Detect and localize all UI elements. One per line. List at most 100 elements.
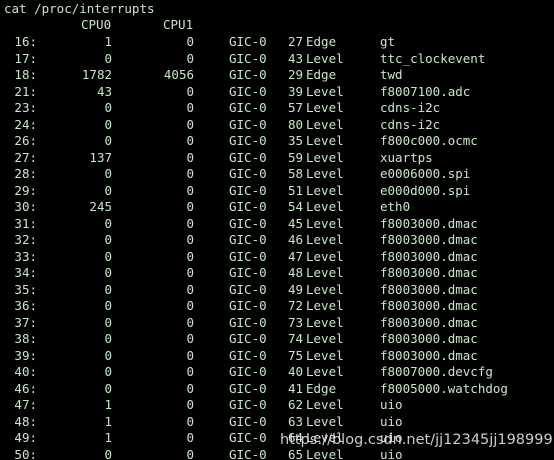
cpu1-count: 0 bbox=[186, 446, 194, 460]
irq-chip: GIC-0 bbox=[229, 397, 267, 412]
device-name: uio bbox=[380, 430, 403, 445]
trigger-type: Level bbox=[306, 100, 344, 115]
cpu1-count: 0 bbox=[186, 281, 194, 297]
irq-number: 32: bbox=[14, 232, 37, 247]
irq-chip: GIC-0 bbox=[229, 67, 267, 82]
trigger-type: Level bbox=[306, 133, 344, 148]
irq-chip: GIC-0 bbox=[229, 215, 267, 231]
cpu1-count: 0 bbox=[186, 100, 194, 115]
irq-number: 24: bbox=[14, 116, 37, 132]
irq-number: 23: bbox=[14, 100, 37, 115]
irq-number: 46: bbox=[14, 380, 37, 396]
hw-irq: 59 bbox=[287, 149, 303, 165]
trigger-type: Level bbox=[306, 166, 344, 181]
trigger-type: Level bbox=[306, 364, 344, 379]
irq-chip: GIC-0 bbox=[229, 331, 267, 346]
hw-irq: 51 bbox=[287, 182, 303, 198]
cpu1-count: 0 bbox=[186, 166, 194, 181]
irq-number: 47: bbox=[14, 397, 37, 412]
trigger-type: Level bbox=[306, 281, 344, 297]
irq-number: 36: bbox=[14, 298, 37, 313]
irq-number: 18: bbox=[14, 67, 37, 82]
device-name: f8003000.dmac bbox=[380, 265, 478, 280]
irq-chip: GIC-0 bbox=[229, 182, 267, 198]
device-name: f8003000.dmac bbox=[380, 248, 478, 264]
cpu1-count: 0 bbox=[186, 34, 194, 49]
cpu0-count: 0 bbox=[104, 133, 112, 148]
trigger-type: Level bbox=[306, 397, 344, 412]
irq-chip: GIC-0 bbox=[229, 83, 267, 99]
trigger-type: Level bbox=[306, 331, 344, 346]
device-name: f800c000.ocmc bbox=[380, 133, 478, 148]
device-name: f8003000.dmac bbox=[380, 298, 478, 313]
cpu1-count: 0 bbox=[186, 199, 194, 214]
device-name: gt bbox=[380, 34, 396, 49]
irq-chip: GIC-0 bbox=[229, 347, 267, 363]
cpu1-count: 0 bbox=[186, 413, 194, 429]
irq-chip: GIC-0 bbox=[229, 149, 267, 165]
cpu1-count: 0 bbox=[186, 248, 194, 264]
cpu1-count: 0 bbox=[186, 133, 194, 148]
irq-chip: GIC-0 bbox=[229, 265, 267, 280]
irq-chip: GIC-0 bbox=[229, 248, 267, 264]
hw-irq: 43 bbox=[287, 50, 303, 66]
trigger-type: Level bbox=[306, 182, 344, 198]
cpu0-count: 0 bbox=[104, 166, 112, 181]
cpu0-count: 1 bbox=[104, 413, 112, 429]
cpu0-count: 0 bbox=[104, 281, 112, 297]
cpu1-count: 0 bbox=[186, 116, 194, 132]
hw-irq: 54 bbox=[287, 199, 303, 214]
cpu1-count: 0 bbox=[186, 182, 194, 198]
cpu1-count: 4056 bbox=[163, 67, 194, 82]
irq-chip: GIC-0 bbox=[229, 413, 267, 429]
hw-irq: 48 bbox=[287, 265, 303, 280]
irq-chip: GIC-0 bbox=[229, 199, 267, 214]
irq-number: 50: bbox=[14, 446, 37, 460]
cpu0-count: 245 bbox=[89, 199, 112, 214]
irq-chip: GIC-0 bbox=[229, 380, 267, 396]
cpu0-count: 0 bbox=[104, 446, 112, 460]
cpu1-count: 0 bbox=[186, 298, 194, 313]
irq-chip: GIC-0 bbox=[229, 50, 267, 66]
hw-irq: 62 bbox=[287, 397, 303, 412]
cpu1-count: 0 bbox=[186, 397, 194, 412]
trigger-type: Level bbox=[306, 347, 344, 363]
cpu0-count: 1 bbox=[104, 397, 112, 412]
cpu1-count: 0 bbox=[186, 331, 194, 346]
device-name: f8003000.dmac bbox=[380, 314, 478, 330]
cpu0-column-header: CPU0 bbox=[81, 17, 112, 32]
cpu0-count: 0 bbox=[104, 232, 112, 247]
cpu1-count: 0 bbox=[186, 50, 194, 66]
hw-irq: 63 bbox=[287, 413, 303, 429]
cpu1-column-header: CPU1 bbox=[163, 17, 194, 32]
irq-number: 26: bbox=[14, 133, 37, 148]
device-name: eth0 bbox=[380, 199, 411, 214]
cpu0-count: 0 bbox=[104, 364, 112, 379]
irq-number: 48: bbox=[14, 413, 37, 429]
device-name: ttc_clockevent bbox=[380, 50, 486, 66]
cpu0-count: 0 bbox=[104, 265, 112, 280]
irq-chip: GIC-0 bbox=[229, 100, 267, 115]
trigger-type: Level bbox=[306, 83, 344, 99]
irq-chip: GIC-0 bbox=[229, 430, 267, 445]
irq-number: 34: bbox=[14, 265, 37, 280]
hw-irq: 65 bbox=[287, 446, 303, 460]
trigger-type: Edge bbox=[306, 380, 337, 396]
cpu1-count: 0 bbox=[186, 380, 194, 396]
device-name: uio bbox=[380, 446, 403, 460]
hw-irq: 45 bbox=[287, 215, 303, 231]
device-name: xuartps bbox=[380, 149, 433, 165]
cpu0-count: 1782 bbox=[81, 67, 112, 82]
cpu1-count: 0 bbox=[186, 149, 194, 165]
device-name: f8003000.dmac bbox=[380, 347, 478, 363]
irq-chip: GIC-0 bbox=[229, 298, 267, 313]
trigger-type: Edge bbox=[306, 67, 337, 82]
device-name: e000d000.spi bbox=[380, 182, 471, 198]
trigger-type: Level bbox=[306, 116, 344, 132]
device-name: f8007100.adc bbox=[380, 83, 471, 99]
trigger-type: Level bbox=[306, 199, 344, 214]
cpu1-count: 0 bbox=[186, 347, 194, 363]
hw-irq: 75 bbox=[287, 347, 303, 363]
terminal-window[interactable]: cat /proc/interrupts CPU0 CPU1 16: 1 0 GIC-… bbox=[0, 0, 554, 460]
cpu0-count: 1 bbox=[104, 430, 112, 445]
